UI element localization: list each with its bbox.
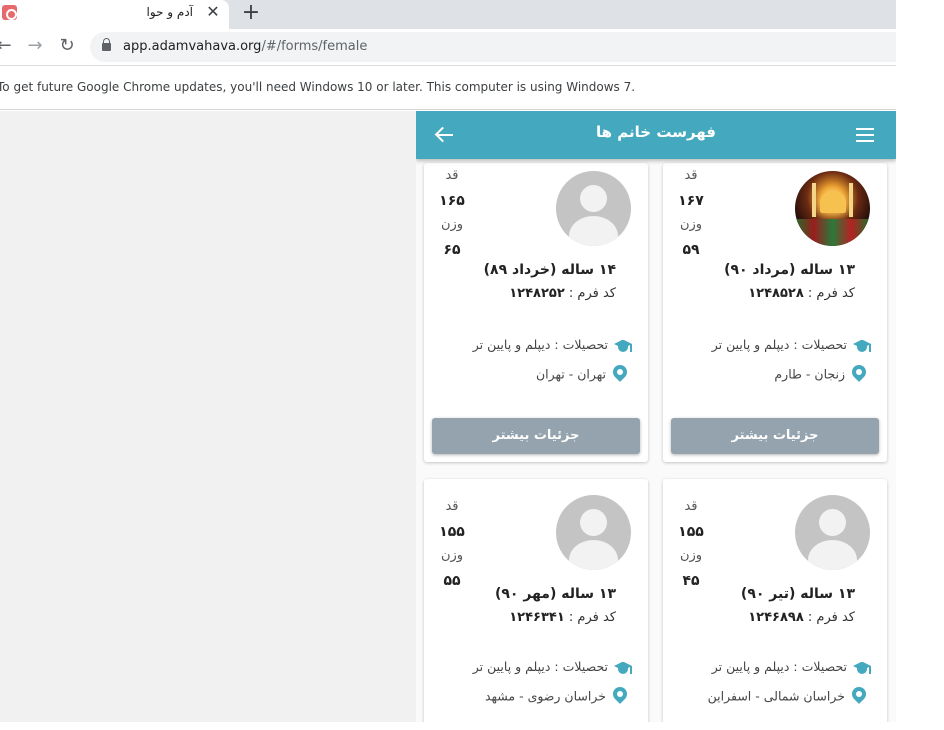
form-code-value: ۱۲۴۸۲۵۲ [509, 286, 565, 301]
details-button[interactable]: جزئیات بیشتر [671, 418, 879, 454]
location-row: تهران - تهران [535, 362, 630, 385]
form-code-label: کد فرم : [568, 610, 616, 625]
form-code: کد فرم : ۱۲۴۶۳۴۱ [509, 610, 616, 625]
education-row: تحصیلات : دیپلم و پایین تر [712, 337, 873, 354]
height-label: قد [684, 168, 698, 183]
height-value: ۱۶۵ [439, 193, 465, 209]
back-button[interactable]: ← [0, 35, 15, 56]
location-pin-icon [610, 362, 630, 385]
avatar-placeholder-icon [556, 171, 631, 246]
site-favicon-icon [2, 5, 17, 20]
location-text: تهران - تهران [535, 366, 606, 382]
location-pin-icon [849, 362, 869, 385]
avatar-placeholder-icon [795, 495, 870, 570]
form-code-value: ۱۲۴۸۵۲۸ [748, 286, 804, 301]
weight-label: وزن [679, 217, 703, 232]
weight-value: ۵۵ [443, 573, 461, 589]
weight-label: وزن [440, 548, 464, 563]
avatar-placeholder-icon [556, 495, 631, 570]
page-viewport: فهرست خانم ها قد ۱۶۷ وزن ۵۹ ۱۳ ساله (مرد… [0, 111, 896, 722]
age-text: ۱۳ ساله (تیر ۹۰) [740, 586, 855, 602]
profile-card: قد ۱۵۵ وزن ۴۵ ۱۳ ساله (تیر ۹۰) کد فرم : … [663, 479, 887, 722]
body-stats: قد ۱۶۷ وزن ۵۹ [671, 165, 711, 263]
app-bar: فهرست خانم ها [416, 111, 896, 159]
graduation-cap-icon [612, 338, 634, 354]
education-row: تحصیلات : دیپلم و پایین تر [712, 659, 873, 676]
education-text: تحصیلات : دیپلم و پایین تر [472, 659, 608, 674]
graduation-cap-icon [612, 660, 634, 676]
weight-value: ۵۹ [682, 242, 700, 258]
form-code-label: کد فرم : [568, 286, 616, 301]
graduation-cap-icon [851, 338, 873, 354]
url-path: /#/forms/female [261, 39, 368, 54]
weight-value: ۶۵ [443, 242, 461, 258]
age-text: ۱۴ ساله (خرداد ۸۹) [483, 262, 616, 278]
education-text: تحصیلات : دیپلم و پایین تر [711, 659, 847, 674]
new-tab-button[interactable]: + [240, 0, 262, 25]
url-host: app.adamvahava.org [123, 39, 262, 54]
education-row: تحصیلات : دیپلم و پایین تر [473, 659, 634, 676]
form-code: کد فرم : ۱۲۴۸۲۵۲ [509, 286, 616, 301]
age-text: ۱۳ ساله (مرداد ۹۰) [724, 262, 855, 278]
tab-title: آدم و حوا [146, 5, 193, 19]
form-code-label: کد فرم : [807, 286, 855, 301]
location-pin-icon [849, 684, 869, 707]
profile-photo [795, 171, 870, 246]
reload-button[interactable]: ↻ [56, 35, 78, 56]
body-stats: قد ۱۶۵ وزن ۶۵ [432, 165, 472, 263]
form-code: کد فرم : ۱۲۴۶۸۹۸ [748, 610, 855, 625]
weight-value: ۴۵ [682, 573, 700, 589]
weight-label: وزن [679, 548, 703, 563]
height-label: قد [445, 499, 459, 514]
tab-close-icon[interactable]: ✕ [204, 2, 222, 21]
infobar-message: To get future Google Chrome updates, you… [0, 80, 636, 94]
height-label: قد [445, 168, 459, 183]
education-row: تحصیلات : دیپلم و پایین تر [473, 337, 634, 354]
height-value: ۱۶۷ [678, 193, 704, 209]
education-text: تحصیلات : دیپلم و پایین تر [711, 337, 847, 352]
url-text[interactable]: app.adamvahava.org/#/forms/female [123, 39, 367, 54]
location-text: خراسان شمالی - اسفراین [707, 688, 845, 704]
lock-icon[interactable] [102, 38, 111, 51]
form-code-label: کد فرم : [807, 610, 855, 625]
profile-card: قد ۱۶۵ وزن ۶۵ ۱۴ ساله (خرداد ۸۹) کد فرم … [424, 163, 648, 462]
form-code: کد فرم : ۱۲۴۸۵۲۸ [748, 286, 855, 301]
body-stats: قد ۱۵۵ وزن ۵۵ [432, 496, 472, 594]
tab-strip: آدم و حوا ✕ + [0, 0, 896, 29]
location-text: زنجان - طارم [774, 366, 845, 382]
browser-toolbar: ← → ↻ app.adamvahava.org/#/forms/female [0, 29, 896, 66]
location-row: خراسان رضوی - مشهد [484, 684, 630, 707]
body-stats: قد ۱۵۵ وزن ۴۵ [671, 496, 711, 594]
height-value: ۱۵۵ [678, 524, 704, 540]
height-label: قد [684, 499, 698, 514]
location-row: خراسان شمالی - اسفراین [707, 684, 869, 707]
weight-label: وزن [440, 217, 464, 232]
profile-card: قد ۱۶۷ وزن ۵۹ ۱۳ ساله (مرداد ۹۰) کد فرم … [663, 163, 887, 462]
graduation-cap-icon [851, 660, 873, 676]
menu-icon[interactable] [856, 128, 874, 142]
height-value: ۱۵۵ [439, 524, 465, 540]
app-panel: فهرست خانم ها قد ۱۶۷ وزن ۵۹ ۱۳ ساله (مرد… [416, 111, 896, 722]
profile-card: قد ۱۵۵ وزن ۵۵ ۱۳ ساله (مهر ۹۰) کد فرم : … [424, 479, 648, 722]
address-bar[interactable]: app.adamvahava.org/#/forms/female [90, 32, 896, 62]
education-text: تحصیلات : دیپلم و پایین تر [472, 337, 608, 352]
location-text: خراسان رضوی - مشهد [484, 688, 606, 704]
browser-tab[interactable]: آدم و حوا ✕ [0, 0, 229, 29]
form-code-value: ۱۲۴۶۳۴۱ [509, 610, 565, 625]
details-button[interactable]: جزئیات بیشتر [432, 418, 640, 454]
location-pin-icon [610, 684, 630, 707]
page-title: فهرست خانم ها [596, 123, 716, 141]
update-infobar: To get future Google Chrome updates, you… [0, 66, 896, 110]
form-code-value: ۱۲۴۶۸۹۸ [748, 610, 804, 625]
forward-button[interactable]: → [24, 35, 46, 56]
location-row: زنجان - طارم [774, 362, 869, 385]
age-text: ۱۳ ساله (مهر ۹۰) [494, 586, 616, 602]
